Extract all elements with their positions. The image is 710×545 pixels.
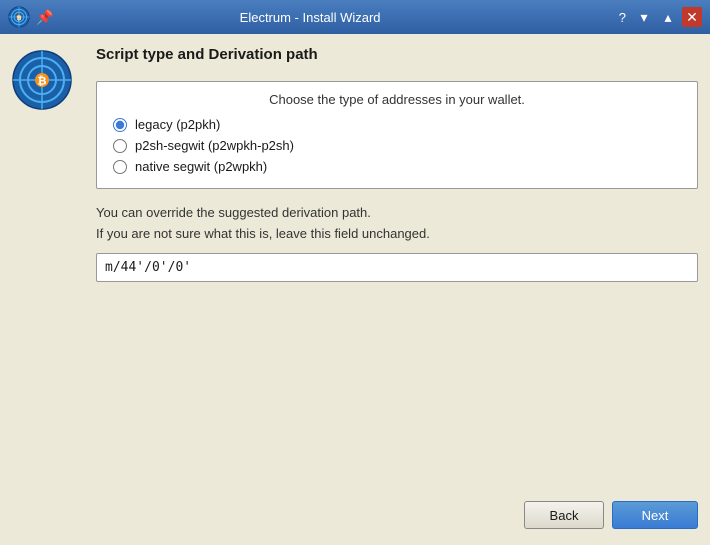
radio-subtitle: Choose the type of addresses in your wal…: [113, 92, 681, 107]
app-icon: ₿: [8, 6, 30, 28]
pin-icon: 📌: [36, 9, 53, 26]
radio-option-p2sh[interactable]: p2sh-segwit (p2wpkh-p2sh): [113, 138, 681, 153]
radio-option-native[interactable]: native segwit (p2wpkh): [113, 159, 681, 174]
radio-native-label: native segwit (p2wpkh): [135, 159, 267, 174]
derivation-area: You can override the suggested derivatio…: [96, 199, 698, 286]
radio-p2sh-label: p2sh-segwit (p2wpkh-p2sh): [135, 138, 294, 153]
wizard-window: ₿ Script type and Derivation path Choose…: [0, 34, 710, 545]
section-title: Script type and Derivation path: [96, 46, 698, 63]
window-title: Electrum - Install Wizard: [61, 10, 558, 25]
radio-native[interactable]: [113, 160, 127, 174]
derivation-hint: You can override the suggested derivatio…: [96, 203, 698, 245]
content-area: ₿ Script type and Derivation path Choose…: [12, 46, 698, 493]
radio-option-legacy[interactable]: legacy (p2pkh): [113, 117, 681, 132]
svg-text:₿: ₿: [38, 76, 47, 88]
svg-text:₿: ₿: [17, 15, 22, 22]
help-button[interactable]: ?: [619, 10, 626, 25]
next-button[interactable]: Next: [612, 501, 698, 529]
derivation-path-input[interactable]: [96, 253, 698, 282]
logo-area: ₿: [12, 46, 84, 493]
back-button[interactable]: Back: [524, 501, 604, 529]
right-panel: Script type and Derivation path Choose t…: [96, 46, 698, 493]
maximize-button[interactable]: ▴: [658, 7, 678, 27]
address-type-box: Choose the type of addresses in your wal…: [96, 81, 698, 189]
window-controls: ? ▾ ▴ ✕: [619, 7, 702, 27]
bottom-bar: Back Next: [12, 493, 698, 533]
electrum-logo: ₿: [12, 50, 72, 110]
radio-p2sh[interactable]: [113, 139, 127, 153]
minimize-button[interactable]: ▾: [634, 7, 654, 27]
close-button[interactable]: ✕: [682, 7, 702, 27]
derivation-hint-line2: If you are not sure what this is, leave …: [96, 226, 430, 241]
radio-legacy[interactable]: [113, 118, 127, 132]
derivation-hint-line1: You can override the suggested derivatio…: [96, 205, 371, 220]
title-bar: ₿ 📌 Electrum - Install Wizard ? ▾ ▴ ✕: [0, 0, 710, 34]
radio-legacy-label: legacy (p2pkh): [135, 117, 220, 132]
